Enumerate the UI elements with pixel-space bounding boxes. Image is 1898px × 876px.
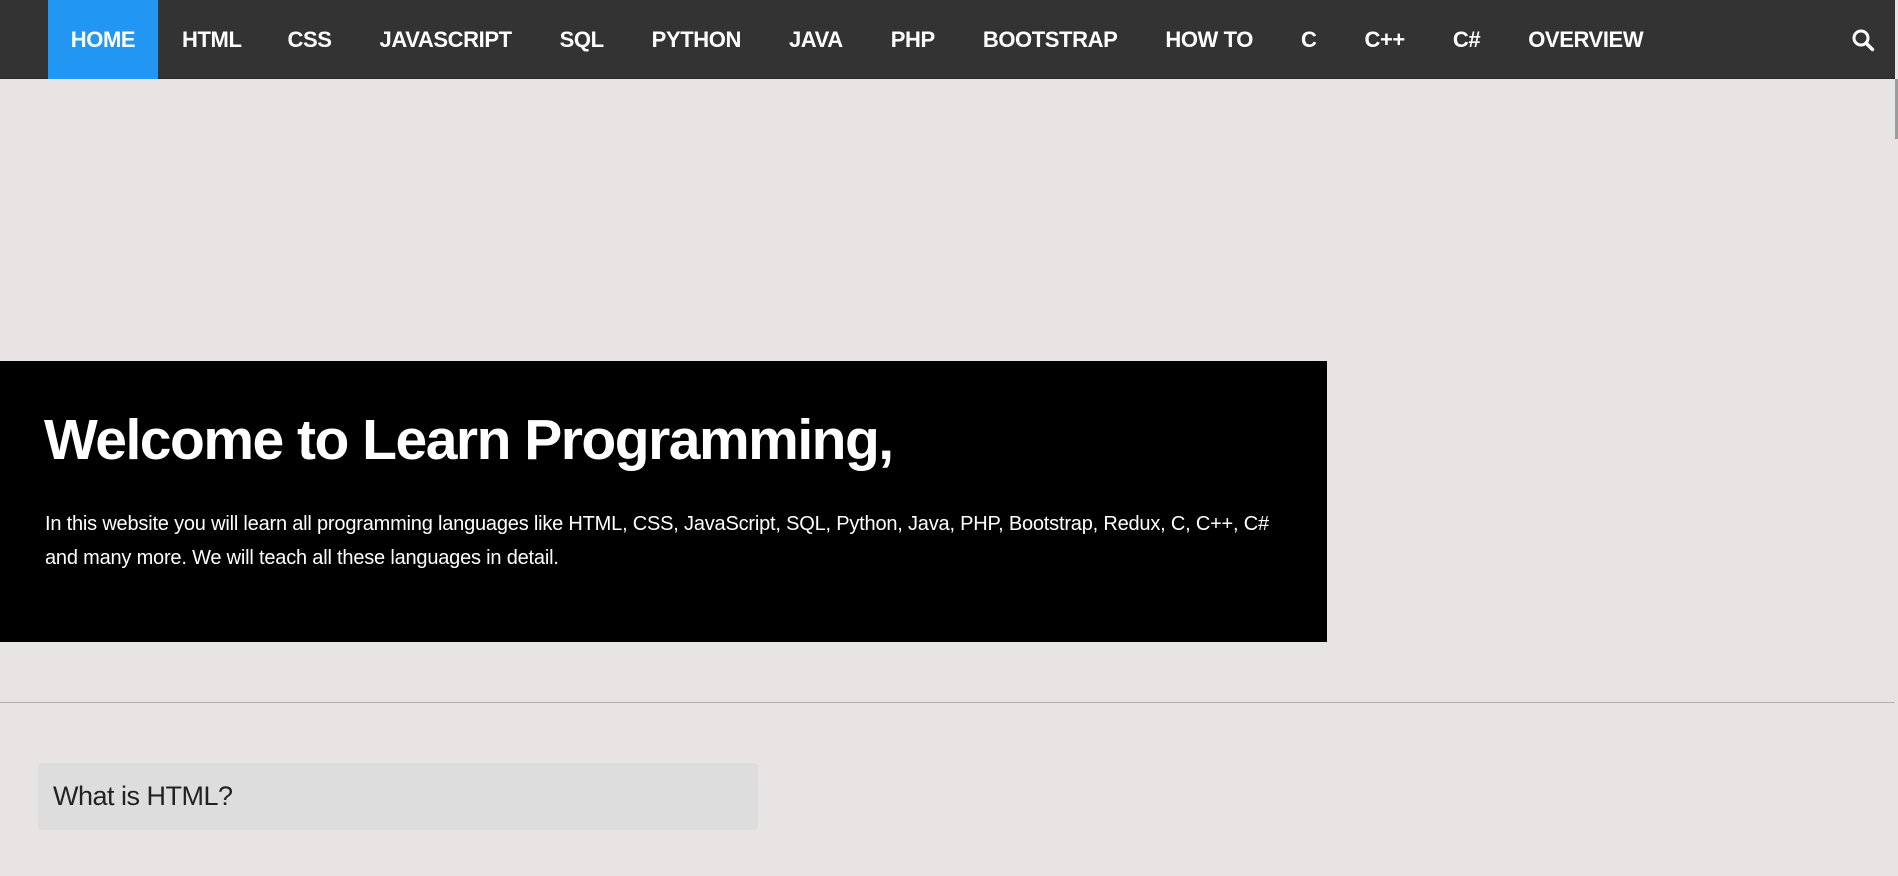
hero-description: In this website you will learn all progr… — [45, 513, 1269, 569]
hero-title: Welcome to Learn Programming, — [44, 408, 894, 472]
nav-item-how-to[interactable]: HOW TO — [1165, 0, 1253, 79]
search-button[interactable] — [1831, 0, 1895, 79]
nav-menu: HOME HTML CSS JAVASCRIPT SQL PYTHON JAVA… — [48, 0, 1644, 79]
top-navigation-bar: HOME HTML CSS JAVASCRIPT SQL PYTHON JAVA… — [0, 0, 1895, 79]
hero-banner: Welcome to Learn Programming, In this we… — [0, 361, 1327, 642]
nav-item-home[interactable]: HOME — [48, 0, 158, 79]
nav-item-javascript[interactable]: JAVASCRIPT — [380, 0, 512, 79]
accordion-what-is-html[interactable]: What is HTML? — [38, 763, 758, 830]
nav-item-csharp[interactable]: C# — [1453, 0, 1481, 79]
nav-item-cpp[interactable]: C++ — [1364, 0, 1405, 79]
nav-item-php[interactable]: PHP — [891, 0, 935, 79]
nav-item-html[interactable]: HTML — [182, 0, 242, 79]
search-icon — [1852, 29, 1875, 51]
page: HOME HTML CSS JAVASCRIPT SQL PYTHON JAVA… — [0, 0, 1898, 876]
nav-item-c[interactable]: C — [1301, 0, 1317, 79]
nav-item-bootstrap[interactable]: BOOTSTRAP — [983, 0, 1118, 79]
nav-item-java[interactable]: JAVA — [789, 0, 843, 79]
nav-item-overview[interactable]: OVERVIEW — [1528, 0, 1643, 79]
section-divider — [0, 702, 1895, 703]
nav-item-css[interactable]: CSS — [288, 0, 332, 79]
nav-item-sql[interactable]: SQL — [560, 0, 604, 79]
nav-item-python[interactable]: PYTHON — [652, 0, 742, 79]
